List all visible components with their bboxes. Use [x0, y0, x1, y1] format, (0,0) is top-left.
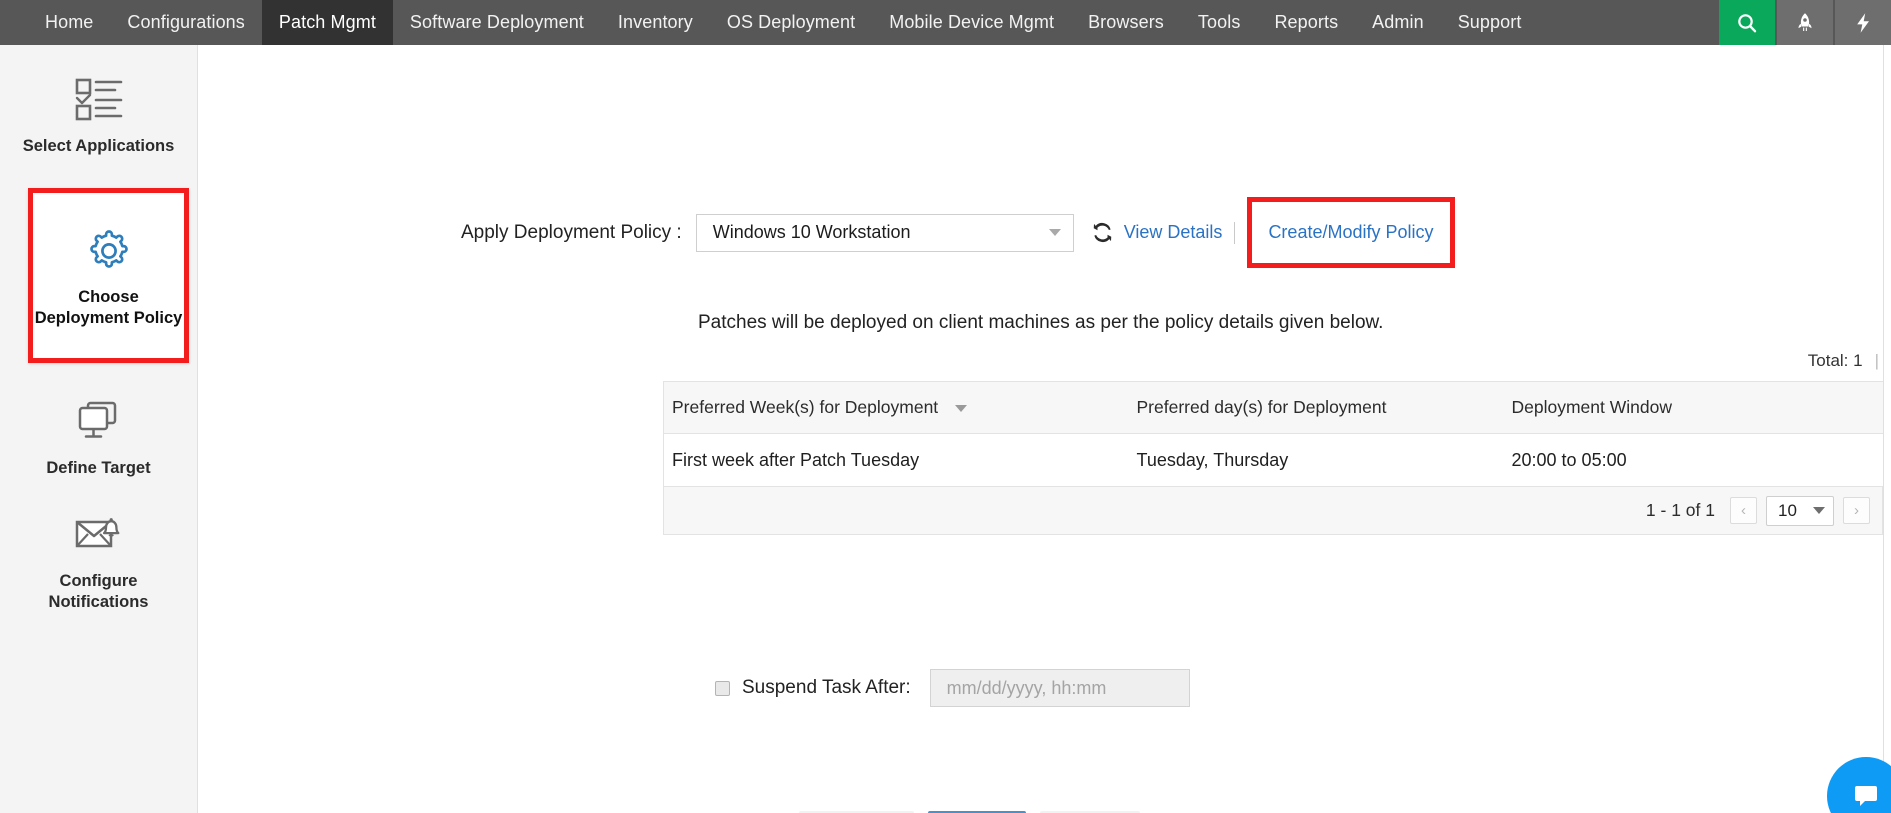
nav-label: Reports — [1274, 12, 1339, 32]
nav-item-support[interactable]: Support — [1441, 0, 1539, 45]
suspend-task-placeholder: mm/dd/yyyy, hh:mm — [946, 677, 1107, 698]
table-row: First week after Patch Tuesday Tuesday, … — [663, 433, 1884, 487]
apply-policy-label: Apply Deployment Policy : — [461, 221, 682, 243]
policy-details-table: Preferred Week(s) for Deployment Preferr… — [663, 381, 1884, 487]
sidebar-item-select-applications[interactable]: Select Applications — [0, 53, 197, 176]
divider: | — [1874, 351, 1879, 370]
pagination-next-button[interactable]: › — [1843, 497, 1870, 524]
search-button[interactable] — [1719, 0, 1775, 45]
nav-label: Software Deployment — [409, 12, 584, 32]
search-icon — [1738, 13, 1757, 32]
sidebar-item-configure-notifications[interactable]: Configure Notifications — [0, 498, 197, 621]
nav-action-buttons — [1719, 0, 1891, 45]
sidebar-item-label: Define Target — [46, 459, 151, 478]
nav-label: Tools — [1197, 12, 1241, 32]
create-modify-policy-link[interactable]: Create/Modify Policy — [1268, 222, 1433, 243]
sidebar-item-define-target[interactable]: Define Target — [0, 375, 197, 498]
nav-label: Home — [45, 12, 94, 32]
divider — [1234, 221, 1236, 244]
apply-deployment-policy-row: Apply Deployment Policy : Windows 10 Wor… — [461, 197, 1891, 268]
nav-item-reports[interactable]: Reports — [1257, 0, 1355, 45]
rocket-icon — [1798, 12, 1812, 31]
suspend-task-checkbox[interactable] — [715, 680, 730, 696]
nav-item-os-deployment[interactable]: OS Deployment — [710, 0, 872, 45]
nav-item-mobile-device-mgmt[interactable]: Mobile Device Mgmt — [872, 0, 1071, 45]
nav-item-home[interactable]: Home — [28, 0, 110, 45]
create-modify-policy-highlight: Create/Modify Policy — [1247, 197, 1455, 268]
cell-deployment-window: 20:00 to 05:00 — [1503, 433, 1884, 487]
pagination-previous-button[interactable]: ‹ — [1730, 497, 1757, 524]
nav-label: Inventory — [617, 12, 693, 32]
sidebar-item-choose-deployment-policy[interactable]: Choose Deployment Policy — [28, 188, 189, 363]
chevron-down-icon — [1813, 507, 1825, 514]
suspend-task-datetime-input[interactable]: mm/dd/yyyy, hh:mm — [929, 669, 1190, 707]
page-size-value: 10 — [1778, 500, 1797, 520]
page-body: Select Applications Choose Deployment Po… — [0, 45, 1891, 813]
table-total-row: Total: 1 | — [663, 351, 1883, 381]
nav-label: OS Deployment — [726, 12, 856, 32]
nav-item-software-deployment[interactable]: Software Deployment — [393, 0, 601, 45]
table-body: First week after Patch Tuesday Tuesday, … — [663, 433, 1884, 487]
rocket-button[interactable] — [1777, 0, 1833, 45]
deployment-policy-select[interactable]: Windows 10 Workstation — [695, 213, 1074, 252]
total-count-label: Total: 1 — [1807, 351, 1863, 370]
policy-hint-text: Patches will be deployed on client machi… — [698, 312, 1384, 333]
content-right-edge — [1883, 45, 1891, 813]
monitor-icon — [71, 394, 127, 450]
chat-support-button[interactable] — [1827, 757, 1891, 813]
column-header-label: Preferred Week(s) for Deployment — [672, 397, 939, 417]
column-header-label: Preferred day(s) for Deployment — [1136, 397, 1387, 417]
view-details-link[interactable]: View Details — [1124, 222, 1223, 243]
nav-item-inventory[interactable]: Inventory — [601, 0, 710, 45]
chevron-down-icon — [1048, 229, 1061, 236]
nav-label: Mobile Device Mgmt — [889, 12, 1055, 32]
cell-preferred-days: Tuesday, Thursday — [1128, 433, 1504, 487]
cell-preferred-weeks: First week after Patch Tuesday — [663, 433, 1129, 487]
nav-label: Admin — [1372, 12, 1424, 32]
nav-label: Browsers — [1088, 12, 1164, 32]
policy-details-table-wrapper: Total: 1 | Preferred Week(s) for Deploym… — [663, 351, 1884, 535]
table-pagination: 1 - 1 of 1 ‹ 10 › — [663, 487, 1883, 535]
table-head: Preferred Week(s) for Deployment Preferr… — [663, 381, 1884, 434]
nav-item-tools[interactable]: Tools — [1181, 0, 1258, 45]
column-header-label: Deployment Window — [1511, 397, 1672, 417]
quick-actions-button[interactable] — [1835, 0, 1891, 45]
suspend-task-row: Suspend Task After: mm/dd/yyyy, hh:mm — [715, 669, 1891, 707]
column-header-preferred-weeks[interactable]: Preferred Week(s) for Deployment — [663, 381, 1129, 434]
main-content: Apply Deployment Policy : Windows 10 Wor… — [198, 45, 1891, 813]
suspend-task-label: Suspend Task After: — [742, 677, 911, 698]
nav-item-patch-mgmt[interactable]: Patch Mgmt — [261, 0, 393, 45]
nav-menu: Home Configurations Patch Mgmt Software … — [0, 0, 1538, 45]
checklist-icon — [71, 72, 127, 128]
sidebar-item-label: Choose Deployment Policy — [34, 287, 183, 327]
page-size-select[interactable]: 10 — [1766, 495, 1834, 526]
nav-label: Configurations — [127, 12, 245, 32]
pagination-range-label: 1 - 1 of 1 — [1645, 500, 1715, 520]
column-header-preferred-days[interactable]: Preferred day(s) for Deployment — [1128, 381, 1504, 434]
nav-label: Patch Mgmt — [278, 12, 376, 32]
refresh-button[interactable] — [1092, 222, 1113, 243]
flash-icon — [1857, 12, 1869, 33]
sort-descending-icon — [955, 404, 968, 412]
column-header-deployment-window[interactable]: Deployment Window — [1503, 381, 1884, 434]
refresh-icon — [1093, 222, 1111, 243]
mail-bell-icon — [70, 507, 128, 563]
nav-item-browsers[interactable]: Browsers — [1071, 0, 1181, 45]
nav-label: Support — [1457, 12, 1522, 32]
sidebar-item-label: Select Applications — [22, 137, 175, 156]
top-navigation-bar: Home Configurations Patch Mgmt Software … — [0, 0, 1891, 45]
sidebar-item-label: Configure Notifications — [48, 571, 149, 611]
nav-item-configurations[interactable]: Configurations — [110, 0, 261, 45]
nav-item-admin[interactable]: Admin — [1355, 0, 1441, 45]
wizard-sidebar: Select Applications Choose Deployment Po… — [0, 45, 198, 813]
table-header-row: Preferred Week(s) for Deployment Preferr… — [663, 381, 1884, 434]
chat-icon — [1855, 786, 1877, 806]
gear-icon — [81, 223, 137, 279]
deployment-policy-value: Windows 10 Workstation — [712, 222, 911, 242]
